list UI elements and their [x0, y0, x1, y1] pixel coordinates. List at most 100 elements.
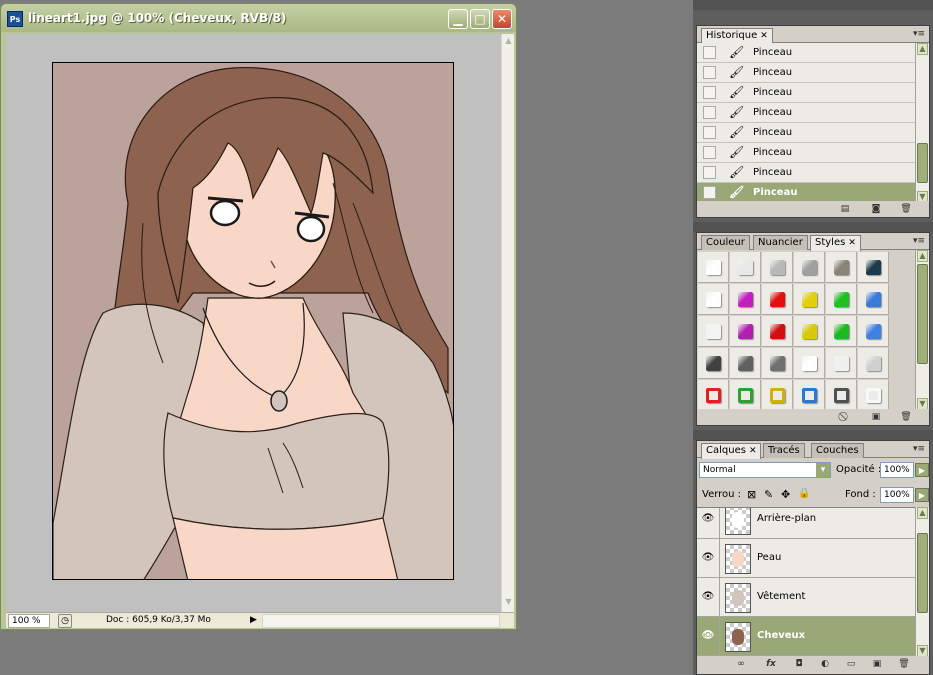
style-swatch[interactable] [794, 380, 825, 411]
style-swatch[interactable] [762, 284, 793, 315]
layers-scrollbar[interactable]: ▲ ▼ [915, 507, 929, 657]
snapshot-source-checkbox[interactable] [703, 106, 716, 119]
clear-style-icon[interactable]: ⃠ [839, 411, 851, 423]
tab-history[interactable]: Historique ✕ [701, 28, 773, 44]
style-swatch[interactable] [794, 316, 825, 347]
snapshot-source-checkbox[interactable] [703, 126, 716, 139]
opacity-slider-arrow-icon[interactable]: ▶ [915, 463, 929, 477]
style-swatch[interactable] [762, 380, 793, 411]
tab-styles[interactable]: Styles ✕ [810, 235, 861, 251]
style-swatch[interactable] [698, 284, 729, 315]
layer-style-fx-icon[interactable]: fx [765, 658, 777, 670]
canvas-area[interactable] [6, 34, 501, 612]
style-swatch[interactable] [858, 284, 889, 315]
style-swatch[interactable] [698, 316, 729, 347]
opacity-field[interactable]: 100% [880, 462, 914, 478]
style-swatch[interactable] [730, 380, 761, 411]
tab-nuancier[interactable]: Nuancier [753, 235, 808, 250]
link-layers-icon[interactable]: ∞ [735, 658, 747, 670]
blend-mode-select[interactable]: Normal ▾ [699, 462, 831, 478]
scroll-up-icon[interactable]: ▲ [917, 250, 928, 262]
document-titlebar[interactable]: Ps lineart1.jpg @ 100% (Cheveux, RVB/8) … [1, 4, 516, 32]
scroll-up-icon[interactable]: ▲ [503, 36, 514, 49]
snapshot-source-checkbox[interactable] [703, 166, 716, 179]
lock-all-icon[interactable]: 🔒 [798, 488, 810, 499]
visibility-eye-icon[interactable]: 👁 [701, 552, 715, 564]
panel-menu-icon[interactable]: ▾≡ [913, 29, 925, 39]
fill-slider-arrow-icon[interactable]: ▶ [915, 488, 929, 502]
style-swatch[interactable] [794, 252, 825, 283]
visibility-eye-icon[interactable]: 👁 [701, 591, 715, 603]
style-swatch[interactable] [826, 380, 857, 411]
snapshot-source-checkbox[interactable] [703, 66, 716, 79]
new-layer-icon[interactable]: ▣ [871, 658, 883, 670]
visibility-eye-icon[interactable]: 👁 [701, 630, 715, 642]
panel-menu-icon[interactable]: ▾≡ [913, 236, 925, 246]
style-swatch[interactable] [826, 284, 857, 315]
history-state[interactable]: 🖌 Pinceau [697, 143, 916, 163]
style-swatch[interactable] [730, 348, 761, 379]
style-swatch[interactable] [858, 348, 889, 379]
layer-mask-icon[interactable]: ◘ [793, 658, 805, 670]
history-scrollbar[interactable]: ▲ ▼ [915, 43, 929, 203]
fill-field[interactable]: 100% [880, 487, 914, 503]
snapshot-source-checkbox[interactable] [703, 146, 716, 159]
new-snapshot-icon[interactable]: ◙ [870, 203, 882, 215]
dock-grip[interactable] [693, 0, 933, 10]
adjustment-layer-icon[interactable]: ◐ [819, 658, 831, 670]
document-vertical-scrollbar[interactable]: ▲ ▼ [501, 34, 514, 612]
styles-scrollbar[interactable]: ▲ ▼ [915, 250, 929, 410]
snapshot-source-checkbox[interactable] [703, 186, 716, 199]
visibility-eye-icon[interactable]: 👁 [701, 513, 715, 525]
history-state[interactable]: 🖌 Pinceau [697, 123, 916, 143]
style-swatch[interactable] [826, 316, 857, 347]
trash-icon[interactable]: 🗑 [900, 203, 912, 215]
style-swatch[interactable] [858, 380, 889, 411]
tab-traces[interactable]: Tracés [763, 443, 805, 458]
zoom-field[interactable]: 100 % [8, 614, 50, 628]
layer-row[interactable]: 👁 Vêtement [697, 578, 916, 617]
trash-icon[interactable]: 🗑 [900, 411, 912, 423]
history-state[interactable]: 🖌 Pinceau [697, 63, 916, 83]
style-swatch[interactable] [762, 252, 793, 283]
style-swatch[interactable] [794, 284, 825, 315]
style-swatch[interactable] [858, 252, 889, 283]
style-swatch[interactable] [858, 316, 889, 347]
lock-position-icon[interactable]: ✥ [781, 488, 790, 501]
style-swatch[interactable] [698, 380, 729, 411]
document-horizontal-scrollbar[interactable] [262, 614, 500, 628]
style-swatch[interactable] [730, 284, 761, 315]
close-tab-icon[interactable]: ✕ [749, 446, 757, 456]
status-info-icon[interactable]: ◷ [58, 614, 72, 628]
style-swatch[interactable] [762, 316, 793, 347]
history-state[interactable]: 🖌 Pinceau [697, 83, 916, 103]
tab-couleur[interactable]: Couleur [701, 235, 750, 250]
new-group-icon[interactable]: ▭ [845, 658, 857, 670]
scroll-up-icon[interactable]: ▲ [917, 43, 928, 55]
scroll-down-icon[interactable]: ▼ [503, 597, 514, 610]
scroll-up-icon[interactable]: ▲ [917, 507, 928, 519]
history-state[interactable]: 🖌 Pinceau [697, 163, 916, 183]
style-swatch[interactable] [762, 348, 793, 379]
new-document-from-state-icon[interactable]: ▤ [839, 203, 851, 215]
style-swatch[interactable] [794, 348, 825, 379]
style-swatch[interactable] [698, 348, 729, 379]
panel-menu-icon[interactable]: ▾≡ [913, 444, 925, 454]
style-swatch[interactable] [826, 348, 857, 379]
trash-icon[interactable]: 🗑 [898, 658, 910, 670]
tab-couches[interactable]: Couches [811, 443, 864, 458]
style-swatch[interactable] [730, 252, 761, 283]
artwork-canvas[interactable] [52, 62, 454, 580]
minimize-button[interactable]: ▁ [448, 9, 468, 29]
history-state[interactable]: 🖌 Pinceau [697, 43, 916, 63]
status-menu-arrow-icon[interactable]: ▶ [250, 615, 257, 625]
layer-row[interactable]: 👁 Peau [697, 539, 916, 578]
layer-row[interactable]: 👁 Cheveux [697, 617, 916, 656]
close-tab-icon[interactable]: ✕ [760, 31, 768, 41]
lock-image-icon[interactable]: ✎ [764, 488, 773, 501]
snapshot-source-checkbox[interactable] [703, 46, 716, 59]
style-swatch[interactable] [698, 252, 729, 283]
history-state[interactable]: 🖌 Pinceau [697, 183, 916, 203]
history-state[interactable]: 🖌 Pinceau [697, 103, 916, 123]
style-swatch[interactable] [826, 252, 857, 283]
